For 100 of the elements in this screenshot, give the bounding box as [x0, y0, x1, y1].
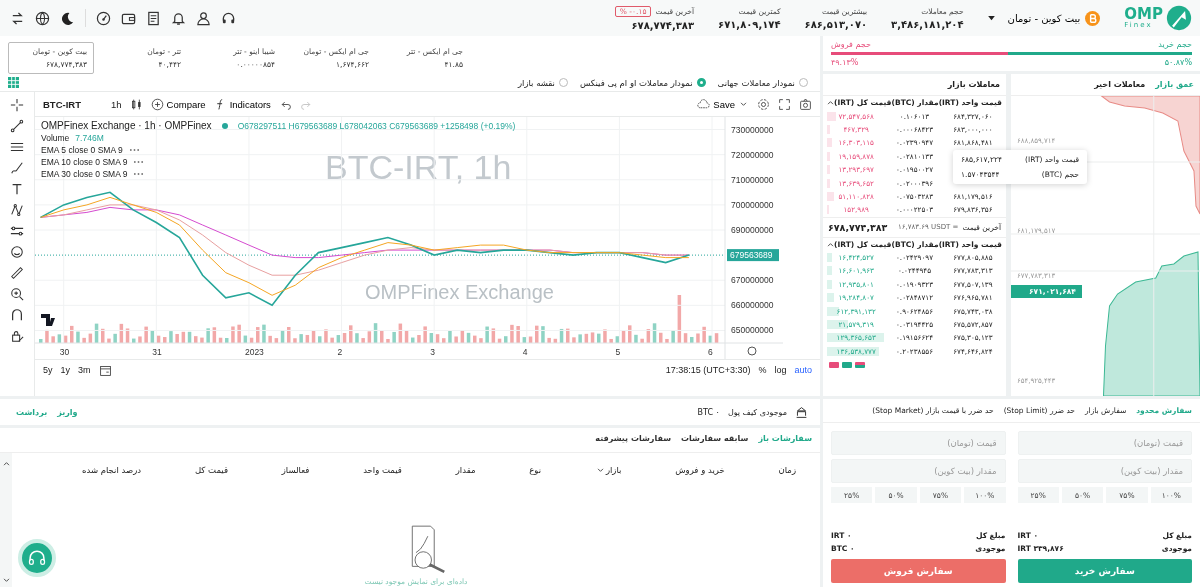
column-header: زمان	[778, 465, 796, 475]
x-axis-label: 30	[59, 347, 70, 357]
buy-volume-percent: ۵۰.۸۷%	[1164, 58, 1192, 67]
column-header: قیمت واحد	[363, 465, 402, 475]
column-header: خرید و فروش	[675, 465, 725, 475]
x-axis-label: 31	[152, 347, 162, 357]
y-axis-label: 650000000	[731, 325, 774, 336]
crosshair-icon[interactable]	[10, 98, 24, 112]
scroll-down-icon[interactable]	[2, 578, 10, 583]
range-button[interactable]: 5y	[43, 365, 53, 375]
volume-value: 7.746M	[75, 133, 104, 143]
measure-icon[interactable]	[10, 224, 24, 238]
buy-volume-label: حجم خرید	[1158, 40, 1192, 49]
percent-button[interactable]: %	[758, 365, 767, 375]
fullscreen-icon[interactable]	[778, 97, 791, 111]
headset-icon[interactable]	[221, 10, 236, 26]
moon-icon[interactable]	[60, 10, 75, 26]
magnet-icon[interactable]	[10, 308, 24, 322]
log-button[interactable]: log	[774, 365, 787, 375]
symbol-button[interactable]: BTC-IRT	[43, 98, 103, 110]
orders-tab[interactable]: سابقه سفارشات	[681, 434, 749, 446]
indicators-button[interactable]: Indicators	[213, 97, 271, 111]
stat-value: ۶۸۶,۵۱۳,۰۷۰	[804, 18, 868, 30]
radio-label[interactable]: نمودار معاملات جهانی	[717, 77, 795, 88]
column-header: قیمت کل	[194, 465, 228, 475]
column-header[interactable]: بازار	[594, 465, 622, 475]
lines-icon[interactable]	[10, 140, 24, 154]
range-button[interactable]: 3m	[78, 365, 91, 375]
market-selector[interactable]: بیت کوین - تومان	[987, 10, 1101, 26]
chevron-up-icon[interactable]	[827, 241, 834, 247]
candles-icon[interactable]	[129, 97, 143, 111]
x-axis-label: 2023	[244, 347, 264, 357]
user-icon[interactable]	[196, 10, 211, 26]
reset-icon[interactable]	[747, 346, 757, 356]
headset-icon	[27, 548, 47, 568]
gauge-icon[interactable]	[96, 10, 111, 26]
lock-icon[interactable]	[10, 329, 24, 343]
amount-field[interactable]: مقدار (بیت کوین)	[831, 459, 1006, 483]
ruler-icon[interactable]	[10, 266, 24, 280]
depth-tab[interactable]: معاملات اخیر	[1094, 80, 1146, 89]
y-axis-label: 710000000	[731, 174, 774, 185]
order-book-title: معاملات بازار	[823, 74, 1006, 96]
radio-label[interactable]: نقشه بازار	[517, 77, 555, 88]
column-header: درصد انجام شده	[82, 465, 142, 475]
wallet-balance: BTC ۰	[697, 407, 720, 417]
exchange-icon[interactable]	[10, 10, 25, 26]
interval-button[interactable]: 1h	[111, 98, 122, 110]
text-icon[interactable]	[10, 182, 24, 196]
sell-volume-percent: ۴۹.۱۳%	[831, 58, 859, 67]
price-field[interactable]: قیمت (تومان)	[831, 431, 1006, 455]
more-icon[interactable]	[133, 160, 145, 164]
calendar-icon[interactable]	[98, 363, 112, 377]
document-icon[interactable]	[146, 10, 161, 26]
brush-icon[interactable]	[10, 161, 24, 175]
radio-label[interactable]: نمودار معاملات او ام پی فینکس	[580, 77, 693, 88]
y-axis-label: 670000000	[731, 275, 774, 286]
volume-label: Volume	[41, 133, 70, 143]
bank-icon	[795, 405, 808, 419]
x-axis-label: 4	[522, 347, 528, 357]
scroll-up-icon[interactable]	[2, 461, 10, 466]
orders-tab[interactable]: سفارشات پیشرفته	[595, 434, 672, 446]
ohlc-values: O678297511 H679563689 L678042063 C679563689 +1258498 (+0.19%)	[237, 120, 516, 131]
x-axis-label: 3	[430, 347, 435, 357]
cloud-icon	[697, 97, 711, 111]
y-axis-label: 730000000	[731, 124, 774, 135]
bell-icon[interactable]	[171, 10, 186, 26]
study-label: EMA 5 close 0 SMA 9	[41, 145, 123, 155]
more-icon[interactable]	[128, 148, 140, 152]
price-field[interactable]: قیمت (تومان)	[1017, 431, 1192, 455]
status-dot-icon	[221, 122, 228, 129]
plus-circle-icon	[150, 97, 164, 111]
more-icon[interactable]	[133, 172, 145, 176]
price-tag: 679563689	[727, 249, 779, 262]
support-button[interactable]	[18, 539, 56, 577]
zoom-icon[interactable]	[10, 287, 24, 301]
line-icon[interactable]	[10, 119, 24, 133]
emoji-icon[interactable]	[10, 245, 24, 259]
grid-icon[interactable]	[8, 77, 19, 88]
compare-button[interactable]: Compare	[150, 97, 206, 111]
x-axis-label: 6	[708, 347, 713, 357]
tradingview-logo-icon	[41, 314, 55, 326]
wallet-label: موجودی کیف پول	[727, 407, 787, 417]
caret-icon	[596, 467, 604, 473]
chevron-up-icon[interactable]	[827, 100, 834, 106]
stat-value: ۶۷۸,۷۷۴,۳۸۳	[631, 19, 695, 31]
chart-title: OMPFinex Exchange · 1h · OMPFinex	[41, 120, 212, 131]
bitcoin-icon	[1085, 10, 1101, 26]
auto-button[interactable]: auto	[794, 365, 812, 375]
save-button[interactable]: Save	[697, 97, 749, 111]
amount-field[interactable]: مقدار (بیت کوین)	[1017, 459, 1192, 483]
column-header: مقدار	[455, 465, 476, 475]
radio-button[interactable]	[696, 78, 706, 87]
settings-icon[interactable]	[757, 97, 770, 111]
range-button[interactable]: 1y	[60, 365, 71, 375]
globe-icon[interactable]	[35, 10, 50, 26]
x-axis-label: 5	[615, 347, 621, 357]
stat-value: ۶۷۱,۸۰۹,۱۷۴	[718, 18, 781, 30]
column-header: فعالساز	[281, 465, 310, 475]
camera-icon[interactable]	[799, 97, 812, 111]
pattern-icon[interactable]	[10, 203, 24, 217]
